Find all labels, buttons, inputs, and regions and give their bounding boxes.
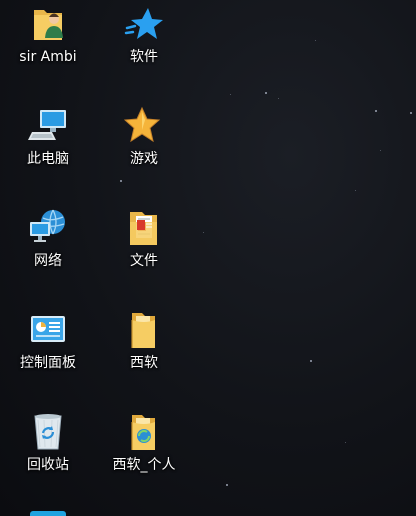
desktop-icon-label: 西软_个人 <box>112 457 176 473</box>
desktop-icon-xirun[interactable]: 西软 <box>96 310 192 402</box>
desktop-icon-label: 文件 <box>130 253 158 269</box>
desktop-icon-control-panel[interactable]: 控制面板 <box>0 310 96 402</box>
desktop-icon-files[interactable]: 文件 <box>96 208 192 300</box>
star-decoration <box>310 360 312 362</box>
document-folder-icon <box>124 208 164 248</box>
star-decoration <box>345 442 346 443</box>
shared-folder-icon <box>124 412 164 452</box>
star-decoration <box>375 110 377 112</box>
desktop-icon-software[interactable]: 软件 <box>96 4 192 96</box>
desktop-icon-label: 回收站 <box>27 457 69 473</box>
desktop-icon-label: 网络 <box>34 253 62 269</box>
star-decoration <box>315 40 316 41</box>
desktop-icon-label: 游戏 <box>130 151 158 167</box>
star-decoration <box>410 112 412 114</box>
control-panel-icon <box>28 310 68 350</box>
desktop-icon-recycle-bin[interactable]: 回收站 <box>0 412 96 504</box>
desktop-icon-this-pc[interactable]: 此电脑 <box>0 106 96 198</box>
desktop-icon-xirun-personal[interactable]: 西软_个人 <box>96 412 192 504</box>
desktop-icon-label: 软件 <box>130 49 158 65</box>
star-decoration <box>355 190 356 191</box>
star-decoration <box>278 98 279 99</box>
blue-star-icon <box>124 4 164 44</box>
computer-icon <box>28 106 68 146</box>
desktop-icon-label: 西软 <box>130 355 158 371</box>
star-decoration <box>380 150 381 151</box>
star-decoration <box>203 232 204 233</box>
desktop-icon-games[interactable]: 游戏 <box>96 106 192 198</box>
gold-star-icon <box>124 106 164 146</box>
user-folder-icon <box>28 4 68 44</box>
star-decoration <box>265 92 267 94</box>
desktop-icon-label: 控制面板 <box>20 355 76 371</box>
partially-visible-icon[interactable] <box>30 511 66 516</box>
desktop-icon-label: sir Ambi <box>19 49 77 65</box>
desktop-background[interactable]: sir Ambi 软件 此电脑 游戏 网络 文件 控制面板 西软 回收站 西软_… <box>0 0 416 516</box>
folder-icon <box>124 310 164 350</box>
star-decoration <box>230 94 231 95</box>
desktop-icon-label: 此电脑 <box>27 151 69 167</box>
desktop-icon-user-folder[interactable]: sir Ambi <box>0 4 96 96</box>
recycle-bin-icon <box>28 412 68 452</box>
network-icon <box>28 208 68 248</box>
star-decoration <box>226 484 228 486</box>
desktop-icon-network[interactable]: 网络 <box>0 208 96 300</box>
